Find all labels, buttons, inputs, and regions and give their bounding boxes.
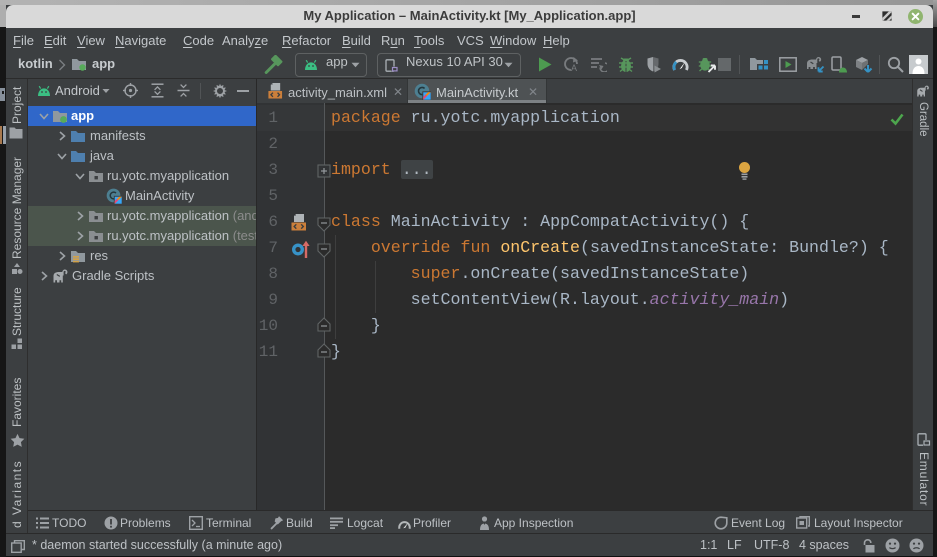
svg-text:A: A bbox=[571, 63, 577, 73]
